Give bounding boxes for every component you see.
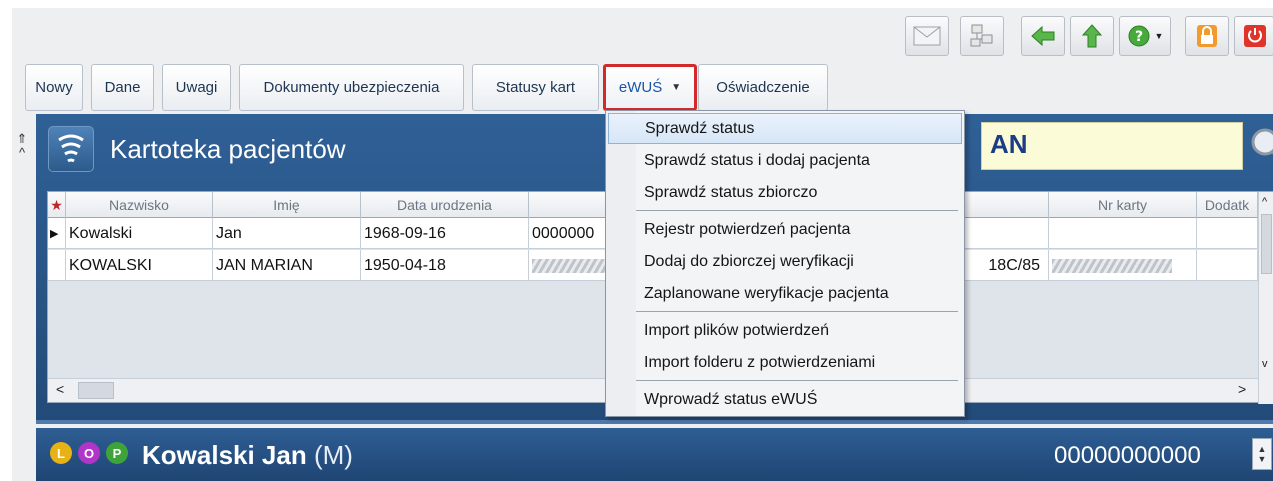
- menu-item-check-status[interactable]: Sprawdź status: [608, 113, 962, 144]
- menu-separator: [636, 380, 958, 381]
- scroll-thumb[interactable]: [1261, 214, 1272, 274]
- badge-p-icon: P: [106, 442, 128, 464]
- cell-extra-value: 18C/85: [988, 256, 1040, 274]
- patient-id: 00000000000: [1054, 442, 1201, 469]
- network-print-button[interactable]: [960, 16, 1004, 56]
- cell-birth-date: 1950-04-18: [361, 250, 529, 281]
- menu-item-check-status-bulk[interactable]: Sprawdź status zbiorczo: [608, 177, 962, 208]
- cell-birth-date: 1968-09-16: [361, 218, 529, 249]
- column-header-birth-date[interactable]: Data urodzenia: [361, 192, 529, 218]
- cell-additional: [1197, 250, 1258, 281]
- search-button[interactable]: [1248, 124, 1273, 168]
- scroll-thumb[interactable]: [78, 382, 114, 399]
- power-icon: [1244, 25, 1266, 47]
- cell-surname: KOWALSKI: [66, 250, 213, 281]
- svg-text:?: ?: [1134, 29, 1142, 45]
- cell-first-name: JAN MARIAN: [213, 250, 361, 281]
- ewus-button[interactable]: eWUŚ ▼: [603, 64, 697, 111]
- mail-button[interactable]: [905, 16, 949, 56]
- vertical-scrollbar[interactable]: ^ v: [1258, 192, 1273, 404]
- patient-name: Kowalski Jan (M): [142, 440, 353, 471]
- menu-item-planned-verifications[interactable]: Zaplanowane weryfikacje pacjenta: [608, 278, 962, 309]
- back-arrow-icon: [1031, 25, 1055, 47]
- panel-separator: [36, 420, 1273, 424]
- chevron-left-icon: <: [56, 381, 65, 397]
- column-header-surname[interactable]: Nazwisko: [66, 192, 213, 218]
- patient-name-text: Kowalski Jan: [142, 440, 307, 470]
- menu-separator: [636, 311, 958, 312]
- back-button[interactable]: [1021, 16, 1065, 56]
- double-chevron-up-icon: ⇑: [16, 131, 28, 146]
- chevron-down-icon: ▼: [671, 82, 682, 93]
- menu-item-confirmation-register[interactable]: Rejestr potwierdzeń pacjenta: [608, 214, 962, 245]
- menu-item-import-confirmation-folder[interactable]: Import folderu z potwierdzeniami: [608, 347, 962, 378]
- search-value: AN: [990, 129, 1028, 159]
- redacted-card-number: [1052, 258, 1172, 273]
- cell-card-number: [1049, 250, 1197, 281]
- chevron-up-icon: ^: [18, 145, 26, 160]
- power-button[interactable]: [1234, 16, 1273, 56]
- cell-first-name: Jan: [213, 218, 361, 249]
- card-status-button[interactable]: Statusy kart: [472, 64, 599, 111]
- current-row-arrow-icon: ▶: [48, 218, 66, 249]
- cell-surname: Kowalski: [66, 218, 213, 249]
- insurance-documents-button[interactable]: Dokumenty ubezpieczenia: [239, 64, 464, 111]
- menu-item-check-status-add-patient[interactable]: Sprawdź status i dodaj pacjenta: [608, 145, 962, 176]
- menu-item-add-to-bulk-verification[interactable]: Dodaj do zbiorczej weryfikacji: [608, 246, 962, 277]
- column-header-first-name[interactable]: Imię: [213, 192, 361, 218]
- side-collapse-strip[interactable]: ⇑ ^: [12, 120, 32, 420]
- menu-separator: [636, 210, 958, 211]
- printer-network-icon: [970, 24, 993, 47]
- badge-o-icon: O: [78, 442, 100, 464]
- column-header-additional[interactable]: Dodatk: [1197, 192, 1258, 218]
- chevron-down-icon: v: [1262, 358, 1268, 370]
- row-marker: [48, 250, 66, 281]
- up-arrow-icon: [1081, 24, 1103, 48]
- menu-item-enter-ewus-status[interactable]: Wprowadź status eWUŚ: [608, 384, 962, 415]
- badge-l-icon: L: [50, 442, 72, 464]
- statement-button[interactable]: Oświadczenie: [698, 64, 828, 111]
- wifi-logo-icon: [48, 126, 94, 172]
- lock-button[interactable]: [1185, 16, 1229, 56]
- help-icon: ?: [1128, 25, 1150, 47]
- cell-card-number: [1049, 218, 1197, 249]
- ewus-button-label: eWUŚ: [618, 79, 663, 96]
- spin-down-icon: ▼: [1257, 454, 1267, 464]
- chevron-right-icon: >: [1238, 381, 1247, 397]
- data-button[interactable]: Dane: [91, 64, 154, 111]
- patient-search-input[interactable]: AN: [981, 122, 1243, 170]
- ewus-dropdown-menu: Sprawdź status Sprawdź status i dodaj pa…: [605, 110, 965, 417]
- search-icon: [1251, 128, 1273, 156]
- patient-sex: (M): [313, 440, 353, 470]
- row-marker-star-icon: ★: [48, 192, 66, 218]
- notes-button[interactable]: Uwagi: [162, 64, 231, 111]
- chevron-up-icon: ^: [1262, 196, 1268, 208]
- patient-info-bar: L O P Kowalski Jan (M) 00000000000 ▲ ▼: [36, 428, 1273, 481]
- menu-item-import-confirmation-files[interactable]: Import plików potwierdzeń: [608, 315, 962, 346]
- new-button[interactable]: Nowy: [25, 64, 83, 111]
- cell-additional: [1197, 218, 1258, 249]
- chevron-down-icon: ▼: [1154, 31, 1164, 41]
- patient-spinner[interactable]: ▲ ▼: [1252, 438, 1272, 470]
- app-window: ? ▼ Nowy Dane Uwagi Dokumenty ubezpiecze…: [12, 8, 1273, 481]
- help-button[interactable]: ? ▼: [1119, 16, 1171, 56]
- column-header-card-number[interactable]: Nr karty: [1049, 192, 1197, 218]
- lock-icon: [1197, 25, 1217, 47]
- mail-icon: [913, 26, 941, 46]
- spin-up-icon: ▲: [1257, 444, 1267, 454]
- page-title: Kartoteka pacjentów: [110, 134, 346, 164]
- up-button[interactable]: [1070, 16, 1114, 56]
